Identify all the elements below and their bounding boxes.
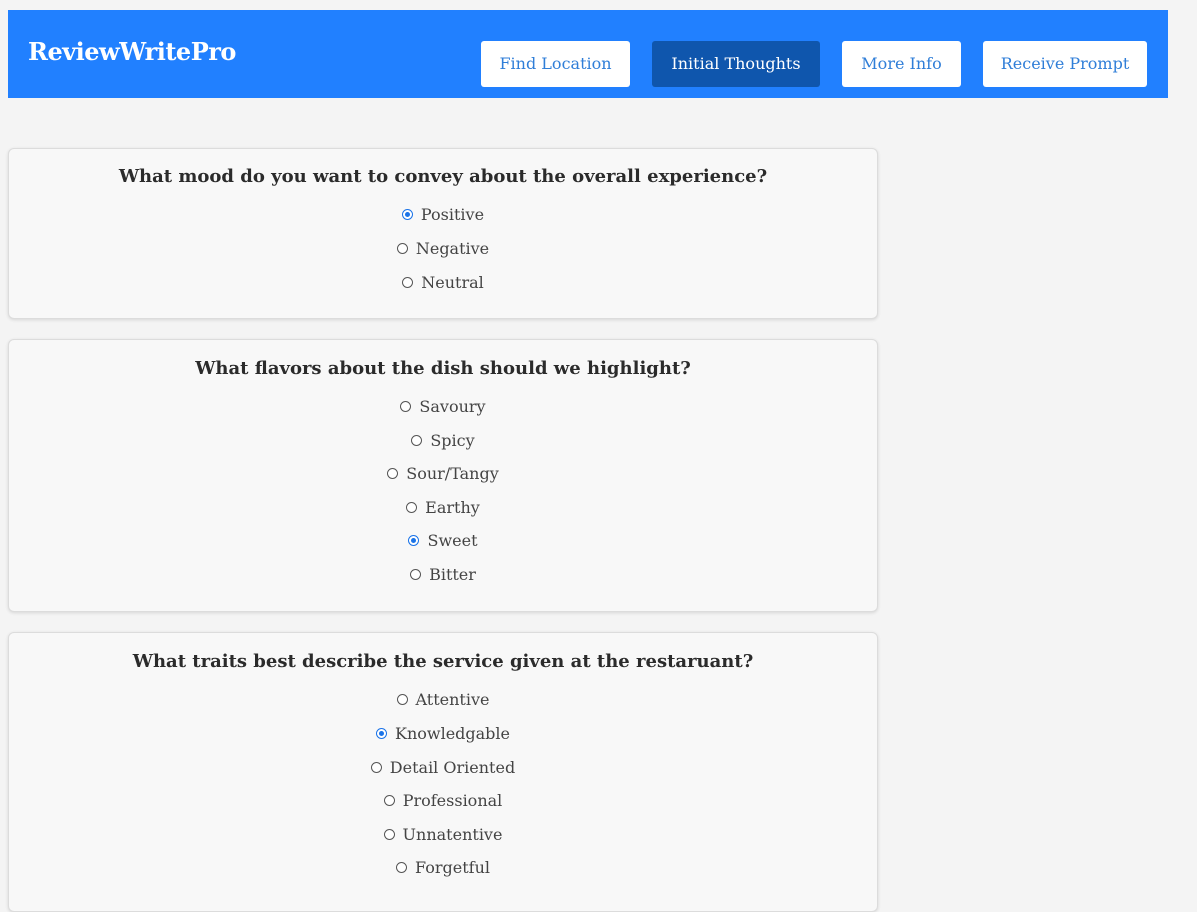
radio-button[interactable] xyxy=(396,242,408,254)
flavor-option-spicy[interactable]: Spicy xyxy=(9,429,877,451)
option-label: Unnatentive xyxy=(402,824,503,844)
flavor-option-sour-tangy[interactable]: Sour/Tangy xyxy=(9,462,877,484)
option-label: Savoury xyxy=(419,396,486,416)
flavor-option-sweet[interactable]: Sweet xyxy=(9,529,877,551)
nav-find-location-button[interactable]: Find Location xyxy=(481,41,630,87)
service-option-attentive[interactable]: Attentive xyxy=(9,688,877,710)
radio-button[interactable] xyxy=(375,727,387,739)
option-label: Attentive xyxy=(415,689,490,709)
question-card-service: What traits best describe the service gi… xyxy=(8,632,878,912)
top-header: ReviewWritePro Find Location Initial Tho… xyxy=(8,10,1168,98)
service-option-detail-oriented[interactable]: Detail Oriented xyxy=(9,756,877,778)
option-label: Forgetful xyxy=(415,857,490,877)
radio-button[interactable] xyxy=(411,434,423,446)
radio-button[interactable] xyxy=(383,794,395,806)
option-label: Knowledgable xyxy=(394,723,511,743)
option-label: Negative xyxy=(415,238,490,258)
service-option-professional[interactable]: Professional xyxy=(9,789,877,811)
radio-button[interactable] xyxy=(408,534,420,546)
nav-initial-thoughts-button[interactable]: Initial Thoughts xyxy=(652,41,820,87)
question-title: What mood do you want to convey about th… xyxy=(118,166,768,187)
option-label: Bitter xyxy=(429,564,476,584)
mood-option-negative[interactable]: Negative xyxy=(9,237,877,259)
nav-more-info-button[interactable]: More Info xyxy=(842,41,961,87)
radio-button[interactable] xyxy=(396,693,408,705)
brand-logo-text[interactable]: ReviewWritePro xyxy=(28,37,236,66)
radio-button[interactable] xyxy=(400,400,412,412)
flavor-option-earthy[interactable]: Earthy xyxy=(9,496,877,518)
mood-option-positive[interactable]: Positive xyxy=(9,203,877,225)
service-option-knowledgable[interactable]: Knowledgable xyxy=(9,722,877,744)
option-label: Professional xyxy=(402,790,503,810)
service-option-forgetful[interactable]: Forgetful xyxy=(9,856,877,878)
radio-button[interactable] xyxy=(406,501,418,513)
question-card-mood: What mood do you want to convey about th… xyxy=(8,148,878,319)
question-title: What traits best describe the service gi… xyxy=(132,651,754,672)
radio-button[interactable] xyxy=(401,208,413,220)
nav-receive-prompt-button[interactable]: Receive Prompt xyxy=(983,41,1147,87)
mood-option-neutral[interactable]: Neutral xyxy=(9,271,877,293)
radio-button[interactable] xyxy=(383,828,395,840)
option-label: Earthy xyxy=(425,497,480,517)
flavor-option-savoury[interactable]: Savoury xyxy=(9,395,877,417)
radio-button[interactable] xyxy=(370,761,382,773)
option-label: Neutral xyxy=(421,272,484,292)
question-title: What flavors about the dish should we hi… xyxy=(195,358,691,379)
option-label: Detail Oriented xyxy=(389,757,516,777)
flavor-option-bitter[interactable]: Bitter xyxy=(9,563,877,585)
radio-button[interactable] xyxy=(387,467,399,479)
radio-button[interactable] xyxy=(410,568,422,580)
option-label: Sweet xyxy=(427,530,478,550)
option-label: Positive xyxy=(420,204,485,224)
question-card-flavors: What flavors about the dish should we hi… xyxy=(8,339,878,612)
service-option-unnatentive[interactable]: Unnatentive xyxy=(9,823,877,845)
radio-button[interactable] xyxy=(396,861,407,873)
option-label: Spicy xyxy=(430,430,475,450)
radio-button[interactable] xyxy=(402,276,414,288)
option-label: Sour/Tangy xyxy=(406,463,499,483)
